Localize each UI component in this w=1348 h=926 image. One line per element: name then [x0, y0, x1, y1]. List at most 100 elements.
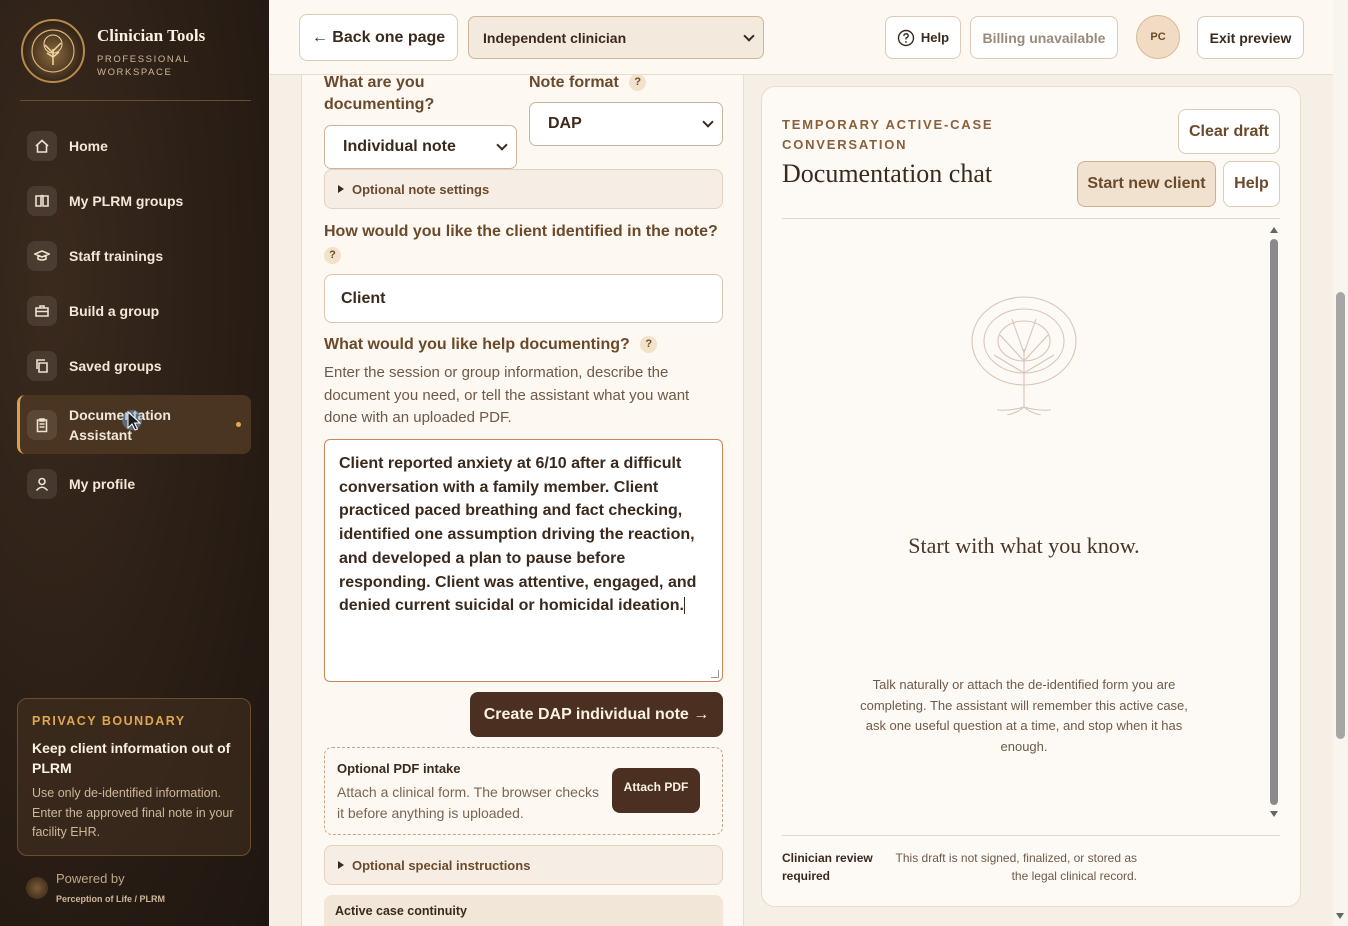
- documenting-question: What are you documenting?: [324, 74, 435, 113]
- note-format-select[interactable]: DAP: [529, 102, 723, 146]
- privacy-body: Use only de-identified information. Ente…: [32, 786, 234, 839]
- divider: [782, 218, 1280, 219]
- brand-subtitle: PROFESSIONAL WORKSPACE: [97, 54, 190, 78]
- sidebar-item-build-a-group[interactable]: Build a group: [17, 283, 251, 338]
- review-required-label: Clinician review required: [782, 851, 873, 883]
- note-format-select-value: DAP: [548, 115, 582, 132]
- scroll-down-icon[interactable]: [1270, 811, 1278, 817]
- chevron-down-icon: [702, 116, 714, 128]
- billing-unavailable-button[interactable]: Billing unavailable: [970, 16, 1118, 59]
- help-question: What would you like help documenting?: [324, 336, 630, 353]
- caret-right-icon: [338, 861, 344, 869]
- role-select[interactable]: Independent clinician: [468, 16, 764, 59]
- copy-icon: [27, 350, 57, 381]
- clear-draft-button[interactable]: Clear draft: [1178, 109, 1280, 154]
- powered-by-label: Powered by: [56, 871, 125, 886]
- sidebar-nav: Home My PLRM groups Staff trainings Buil…: [17, 118, 251, 511]
- optional-note-settings-toggle[interactable]: Optional note settings: [324, 169, 723, 209]
- sidebar: Clinician Tools PROFESSIONAL WORKSPACE H…: [0, 0, 269, 926]
- session-notes-textarea[interactable]: Client reported anxiety at 6/10 after a …: [324, 439, 723, 682]
- create-note-button[interactable]: Create DAP individual note →: [470, 692, 723, 737]
- documenting-select[interactable]: Individual note: [324, 125, 517, 169]
- session-notes-text: Client reported anxiety at 6/10 after a …: [339, 455, 697, 615]
- page-scroll-thumb[interactable]: [1336, 292, 1345, 739]
- note-format-label: Note format ?: [529, 72, 647, 94]
- brand-title: Clinician Tools: [97, 26, 206, 45]
- tree-logo-icon: [31, 29, 75, 73]
- chat-scrollbar[interactable]: [1268, 227, 1280, 817]
- client-identifier-input[interactable]: Client: [324, 274, 723, 323]
- help-documenting-help-icon[interactable]: ?: [640, 336, 658, 354]
- active-case-continuity: Active case continuity: [324, 895, 723, 926]
- sidebar-item-staff-trainings[interactable]: Staff trainings: [17, 228, 251, 283]
- pdf-intake-box: Optional PDF intake Attach a clinical fo…: [324, 747, 723, 835]
- divider: [782, 835, 1280, 836]
- graduation-cap-icon: [27, 240, 57, 271]
- tree-of-life-icon: [971, 296, 1077, 415]
- scroll-thumb[interactable]: [1270, 239, 1278, 805]
- sidebar-item-label: Staff trainings: [69, 247, 164, 264]
- sidebar-item-label: Home: [69, 137, 108, 154]
- sidebar-item-label: Saved groups: [69, 357, 162, 374]
- book-icon: [27, 185, 57, 216]
- caret-right-icon: [338, 185, 344, 193]
- top-bar: ← Back one page Independent clinician He…: [269, 0, 1333, 75]
- documentation-chat-panel: TEMPORARY ACTIVE-CASE CONVERSATION Docum…: [761, 86, 1301, 907]
- scroll-down-icon[interactable]: [1336, 913, 1344, 919]
- plrm-mini-logo-icon: [26, 877, 48, 899]
- chat-kicker: TEMPORARY ACTIVE-CASE CONVERSATION: [782, 117, 994, 152]
- optional-note-settings-label: Optional note settings: [352, 181, 490, 197]
- sidebar-item-my-profile[interactable]: My profile: [17, 456, 251, 511]
- active-indicator-dot: [236, 422, 241, 427]
- help-hint: Enter the session or group information, …: [324, 364, 690, 426]
- mouse-cursor-icon: [122, 410, 142, 431]
- pdf-intake-description: Attach a clinical form. The browser chec…: [337, 784, 599, 821]
- sidebar-item-label: My profile: [69, 475, 136, 492]
- sidebar-item-label: Build a group: [69, 302, 160, 319]
- note-format-help-icon[interactable]: ?: [629, 74, 647, 92]
- special-instructions-toggle[interactable]: Optional special instructions: [324, 845, 723, 885]
- resize-handle-icon[interactable]: [711, 670, 719, 678]
- chat-empty-subtext: Talk naturally or attach the de-identifi…: [860, 677, 1188, 754]
- briefcase-icon: [27, 295, 57, 326]
- chat-empty-headline: Start with what you know.: [908, 533, 1140, 558]
- chat-help-button[interactable]: Help: [1223, 161, 1280, 207]
- identify-help-icon[interactable]: ?: [324, 246, 341, 264]
- question-circle-icon: [897, 29, 915, 46]
- page-scrollbar[interactable]: [1333, 0, 1348, 926]
- documenting-select-value: Individual note: [343, 138, 456, 155]
- help-question-block: What would you like help documenting? ?: [324, 334, 658, 356]
- privacy-kicker: PRIVACY BOUNDARY: [32, 714, 186, 728]
- note-format-question: Note format: [529, 74, 619, 91]
- help-button-label: Help: [920, 30, 950, 45]
- chevron-down-icon: [743, 29, 755, 42]
- sidebar-item-saved-groups[interactable]: Saved groups: [17, 338, 251, 393]
- user-icon: [27, 468, 57, 499]
- back-button[interactable]: ← Back one page: [299, 14, 458, 61]
- start-new-client-button[interactable]: Start new client: [1077, 161, 1216, 207]
- privacy-heading: Keep client information out of PLRM: [32, 740, 231, 776]
- sidebar-item-home[interactable]: Home: [17, 118, 251, 173]
- plrm-logo[interactable]: [21, 19, 85, 83]
- identify-question: How would you like the client identified…: [324, 223, 718, 240]
- sidebar-item-label: My PLRM groups: [69, 192, 184, 209]
- clipboard-icon: [27, 409, 57, 440]
- help-button[interactable]: Help: [885, 16, 961, 59]
- scroll-up-icon[interactable]: [1270, 227, 1278, 233]
- exit-preview-button[interactable]: Exit preview: [1197, 16, 1304, 59]
- home-icon: [27, 130, 57, 161]
- role-select-value: Independent clinician: [483, 29, 627, 46]
- privacy-boundary-card: PRIVACY BOUNDARY Keep client information…: [17, 698, 251, 856]
- brand-header: Clinician Tools PROFESSIONAL WORKSPACE: [20, 18, 251, 101]
- pdf-intake-title: Optional PDF intake: [337, 761, 461, 776]
- documentation-form: What are you documenting? Note format ? …: [301, 72, 744, 926]
- text-caret: [683, 597, 685, 615]
- avatar[interactable]: PC: [1136, 15, 1180, 59]
- special-instructions-label: Optional special instructions: [352, 857, 531, 873]
- powered-by-name: Perception of Life / PLRM: [56, 894, 166, 904]
- attach-pdf-button[interactable]: Attach PDF: [612, 768, 700, 813]
- review-required-text: This draft is not signed, finalized, or …: [895, 851, 1137, 883]
- sidebar-item-my-plrm-groups[interactable]: My PLRM groups: [17, 173, 251, 228]
- identify-question-block: How would you like the client identified…: [324, 221, 723, 265]
- chevron-down-icon: [496, 139, 508, 151]
